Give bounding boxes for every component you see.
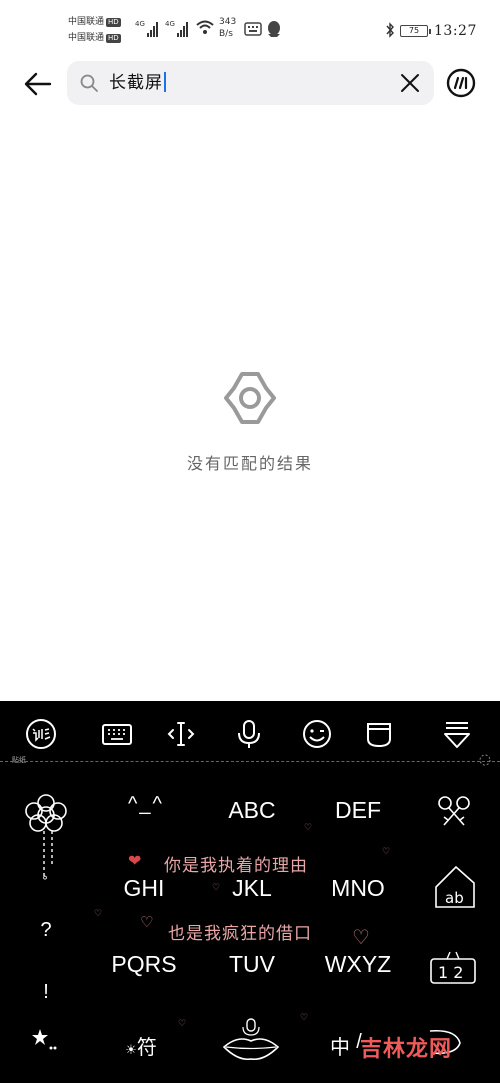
text-caret — [164, 72, 166, 92]
heart-outline-icon: ♡ — [178, 1019, 187, 1029]
svg-text:1 2: 1 2 — [438, 963, 463, 982]
heart-icon: ❤ — [128, 851, 142, 870]
watermark: 吉林龙网 — [360, 1037, 453, 1062]
carrier-1: 中国联通 HD — [68, 17, 121, 27]
search-input[interactable]: 长截屏 — [109, 61, 166, 105]
search-box[interactable]: 长截屏 — [67, 61, 434, 105]
key-1-face[interactable]: ^_^ — [86, 793, 206, 816]
key-8-tuv[interactable]: TUV — [192, 951, 312, 978]
emoji-icon[interactable] — [300, 717, 334, 751]
heart-outline-icon: ♡ — [382, 847, 391, 857]
battery-indicator: 75 — [400, 25, 431, 37]
ab-tag-icon[interactable]: ab — [432, 863, 478, 911]
assistant-icon[interactable] — [445, 67, 477, 99]
dotted-circle-icon — [479, 754, 491, 766]
keyboard: 贴纸 ° ? ! ^_^ ABC DEF ❤ 你是我执着的理由 GHI JKL … — [0, 701, 500, 1083]
qq-icon — [268, 21, 280, 37]
keys-icon[interactable] — [432, 793, 476, 833]
key-5-jkl[interactable]: JKL — [192, 875, 312, 902]
svg-text:4G: 4G — [165, 20, 175, 28]
clear-button[interactable] — [400, 73, 420, 93]
num-key-icon[interactable]: 1 2 — [428, 947, 478, 987]
key-3-def[interactable]: DEF — [298, 797, 418, 824]
key-language[interactable]: 中 — [328, 1031, 352, 1060]
keyboard-divider — [0, 761, 500, 762]
heart-outline-icon: ♡ — [140, 913, 154, 931]
cursor-move-icon[interactable] — [164, 717, 198, 751]
hide-keyboard-icon[interactable] — [440, 717, 474, 751]
flower-icon: ° — [25, 794, 67, 888]
key-9-wxyz[interactable]: WXYZ — [298, 951, 418, 978]
bluetooth-icon — [386, 22, 394, 38]
keyboard-toolbar — [0, 701, 500, 759]
heart-outline-icon: ♡ — [352, 925, 370, 949]
heart-outline-icon: ♡ — [94, 909, 103, 919]
search-query: 长截屏 — [109, 73, 163, 93]
microphone-icon[interactable] — [232, 717, 266, 751]
sticker-tag: 贴纸 — [12, 756, 26, 764]
key-7-pqrs[interactable]: PQRS — [84, 951, 204, 978]
clipboard-icon[interactable] — [362, 717, 396, 751]
clock: 13:27 — [434, 23, 477, 39]
heart-outline-icon: ♡ — [300, 1013, 309, 1023]
heart-outline-icon: ♡ — [304, 823, 313, 833]
key-2-abc[interactable]: ABC — [192, 797, 312, 824]
status-bar: 中国联通 HD 中国联通 HD 4G 4G 343 B/s 75 13:27 — [0, 0, 500, 52]
network-speed: 343 B/s — [219, 17, 237, 39]
svg-text:ab: ab — [445, 889, 464, 907]
svg-text:°: ° — [42, 874, 48, 888]
deco-text-line1: 你是我执着的理由 — [164, 856, 308, 876]
key-question[interactable]: ? — [36, 919, 56, 942]
search-icon — [80, 74, 98, 92]
key-4-ghi[interactable]: GHI — [84, 875, 204, 902]
key-symbol[interactable]: ☀符 — [116, 1031, 166, 1060]
key-6-mno[interactable]: MNO — [298, 875, 418, 902]
no-results-message: 没有匹配的结果 — [186, 454, 313, 473]
ime-logo-icon[interactable] — [24, 717, 58, 751]
deco-text-line2: 也是我疯狂的借口 — [168, 924, 312, 944]
carrier-2: 中国联通 HD — [68, 33, 121, 43]
heart-outline-icon: ♡ — [212, 883, 221, 893]
message-icon — [244, 22, 262, 36]
keyboard-layout-icon[interactable] — [100, 717, 134, 751]
signal-icon-2: 4G — [165, 20, 188, 37]
key-exclaim[interactable]: ! — [36, 981, 56, 1004]
wifi-icon — [196, 20, 214, 34]
settings-gear-icon — [224, 372, 276, 424]
svg-text:4G: 4G — [135, 20, 145, 28]
signal-icon-1: 4G — [135, 20, 158, 37]
space-lips-icon[interactable] — [220, 1017, 282, 1063]
star-key-icon[interactable] — [30, 1026, 60, 1056]
back-button[interactable] — [20, 66, 56, 102]
